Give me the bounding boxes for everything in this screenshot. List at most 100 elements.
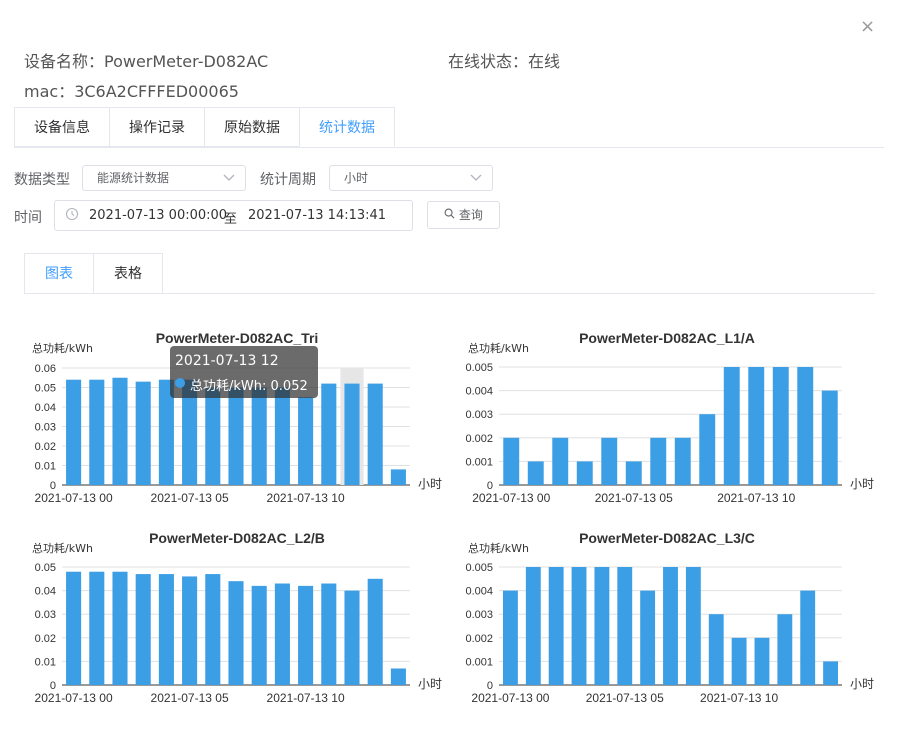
y-tick-label: 0.05 — [35, 562, 56, 574]
bar — [754, 637, 770, 685]
y-tick-label: 0.002 — [465, 433, 493, 445]
bar — [576, 461, 593, 485]
chart-title: PowerMeter-D082AC_L3/C — [579, 530, 755, 546]
y-tick-label: 0.06 — [35, 363, 56, 375]
chart-title: PowerMeter-D082AC_Tri — [156, 330, 319, 346]
x-tick-label: 2021-07-13 00 — [35, 691, 113, 705]
bar — [135, 381, 151, 485]
y-tick-label: 0.03 — [35, 609, 56, 621]
bar — [89, 571, 105, 685]
bar — [723, 367, 740, 485]
bar — [777, 614, 793, 685]
bar — [797, 367, 814, 485]
bar — [503, 437, 520, 485]
y-tick-label: 0.003 — [465, 609, 493, 621]
bar — [251, 585, 267, 685]
x-tick-label: 2021-07-13 10 — [717, 491, 795, 505]
bar — [390, 668, 406, 685]
bar — [731, 637, 747, 685]
bar — [663, 567, 678, 685]
bar — [344, 590, 360, 685]
x-tick-label: 2021-07-13 05 — [586, 691, 664, 705]
x-axis-label: 小时 — [418, 677, 442, 691]
x-tick-label: 2021-07-13 10 — [267, 491, 345, 505]
y-tick-label: 0.04 — [35, 402, 56, 414]
bar — [823, 661, 838, 685]
bar — [617, 567, 633, 685]
bar — [503, 590, 518, 685]
bar — [135, 574, 151, 685]
x-tick-label: 2021-07-13 05 — [151, 691, 229, 705]
bar — [821, 390, 838, 485]
tooltip-title: 2021-07-13 12 — [175, 353, 279, 369]
bar — [274, 387, 290, 485]
bar — [674, 437, 691, 485]
y-tick-label: 0.004 — [465, 386, 493, 398]
bar — [390, 469, 406, 485]
bar — [552, 437, 569, 485]
y-tick-label: 0.005 — [465, 362, 493, 374]
bar — [112, 571, 128, 685]
charts-area: PowerMeter-D082AC_Tri总功耗/kWh00.010.020.0… — [32, 330, 874, 705]
y-axis-label: 总功耗/kWh — [468, 541, 529, 555]
bar — [640, 590, 656, 685]
bar — [527, 461, 544, 485]
y-tick-label: 0.01 — [35, 461, 56, 473]
x-axis-label: 小时 — [850, 477, 874, 491]
y-tick-label: 0.05 — [35, 383, 56, 395]
y-tick-label: 0.02 — [35, 633, 56, 645]
y-tick-label: 0.001 — [465, 656, 493, 668]
chart-tooltip: 2021-07-13 12 总功耗/kWh: 0.052 — [170, 346, 318, 398]
y-axis-label: 总功耗/kWh — [468, 341, 529, 355]
bar — [251, 387, 267, 485]
y-axis-label: 总功耗/kWh — [32, 541, 93, 555]
bar — [158, 574, 174, 685]
tooltip-series-dot — [175, 378, 185, 388]
y-tick-label: 0.04 — [35, 586, 56, 598]
chart-title: PowerMeter-D082AC_L2/B — [149, 530, 325, 546]
bar — [298, 397, 314, 485]
x-axis-label: 小时 — [418, 477, 442, 491]
bar — [708, 614, 724, 685]
x-axis-label: 小时 — [850, 677, 874, 691]
bar — [800, 590, 816, 685]
bar — [699, 414, 716, 485]
bar — [594, 567, 610, 685]
y-tick-label: 0.005 — [465, 562, 493, 574]
bar — [205, 387, 221, 485]
bar — [344, 383, 360, 485]
bar — [321, 583, 337, 685]
bar — [89, 379, 105, 485]
bar — [298, 585, 314, 685]
x-tick-label: 2021-07-13 00 — [471, 691, 549, 705]
bar — [548, 567, 564, 685]
bar — [274, 583, 290, 685]
bar — [367, 383, 383, 485]
bar — [525, 567, 541, 685]
bar — [321, 383, 337, 485]
bar — [228, 581, 244, 685]
y-tick-label: 0.004 — [465, 586, 493, 598]
bar — [205, 574, 221, 685]
bar — [772, 367, 789, 485]
x-tick-label: 2021-07-13 05 — [151, 491, 229, 505]
bar — [748, 367, 765, 485]
tooltip-value: 总功耗/kWh: 0.052 — [190, 379, 308, 394]
chart-title: PowerMeter-D082AC_L1/A — [579, 330, 755, 346]
y-tick-label: 0.03 — [35, 422, 56, 434]
bar — [601, 437, 618, 485]
x-tick-label: 2021-07-13 10 — [267, 691, 345, 705]
bar — [685, 567, 701, 685]
bar — [367, 578, 383, 685]
bar — [112, 377, 128, 485]
x-tick-label: 2021-07-13 05 — [595, 491, 673, 505]
bar — [650, 437, 667, 485]
y-axis-label: 总功耗/kWh — [32, 341, 93, 355]
bar — [66, 379, 82, 485]
bar — [625, 461, 642, 485]
bar — [571, 567, 587, 685]
y-tick-label: 0.003 — [465, 409, 493, 421]
y-tick-label: 0.01 — [35, 656, 56, 668]
bar — [228, 387, 244, 485]
x-tick-label: 2021-07-13 10 — [700, 691, 778, 705]
